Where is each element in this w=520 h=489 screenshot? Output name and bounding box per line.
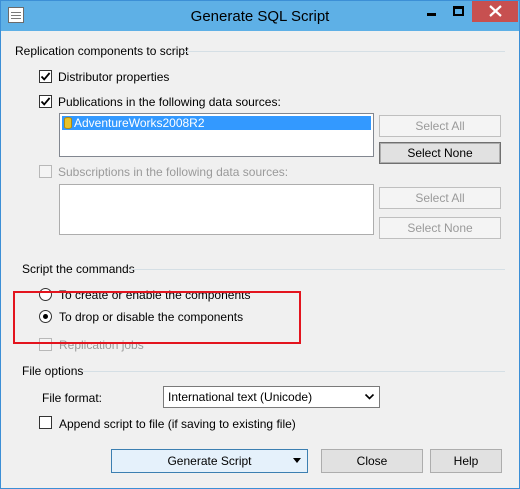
generate-script-button[interactable]: Generate Script [111, 449, 308, 473]
checkmark-icon [40, 72, 51, 81]
file-options-section-label: File options [22, 364, 84, 378]
publications-data-sources-list[interactable]: AdventureWorks2008R2 [59, 113, 374, 157]
subscriptions-label: Subscriptions in the following data sour… [58, 165, 289, 179]
replication-jobs-checkbox[interactable] [39, 338, 52, 351]
script-commands-section-divider [130, 269, 505, 270]
publications-select-none-button[interactable]: Select None [379, 142, 501, 164]
minimize-button[interactable] [418, 1, 445, 22]
maximize-icon [453, 6, 464, 16]
script-commands-section-label: Script the commands [22, 262, 135, 276]
chevron-down-icon [364, 393, 375, 400]
replication-section-label: Replication components to script [15, 44, 189, 58]
database-icon [64, 117, 72, 129]
close-icon [489, 5, 502, 17]
append-script-label: Append script to file (if saving to exis… [59, 417, 296, 431]
close-window-button[interactable] [472, 1, 518, 22]
list-item[interactable]: AdventureWorks2008R2 [62, 116, 371, 130]
maximize-button[interactable] [445, 1, 472, 22]
append-script-checkbox[interactable] [39, 416, 52, 429]
generate-sql-script-dialog: Generate SQL Script Replication componen… [0, 0, 520, 489]
subscriptions-select-all-button[interactable]: Select All [379, 187, 501, 209]
generate-script-label: Generate Script [167, 454, 252, 468]
distributor-properties-checkbox[interactable] [39, 70, 52, 83]
replication-section-divider [184, 51, 505, 52]
file-options-section-divider [83, 371, 505, 372]
file-format-dropdown[interactable]: International text (Unicode) [163, 386, 380, 408]
close-button[interactable]: Close [321, 449, 423, 473]
data-source-name: AdventureWorks2008R2 [74, 116, 205, 130]
title-bar[interactable]: Generate SQL Script [1, 1, 519, 31]
minimize-icon [427, 13, 436, 16]
publications-select-all-button[interactable]: Select All [379, 115, 501, 137]
subscriptions-checkbox[interactable] [39, 165, 52, 178]
checkmark-icon [40, 97, 51, 106]
publications-checkbox[interactable] [39, 95, 52, 108]
publications-label: Publications in the following data sourc… [58, 95, 281, 109]
replication-jobs-label: Replication jobs [59, 338, 144, 352]
help-button[interactable]: Help [430, 449, 502, 473]
drop-components-radio[interactable] [39, 310, 52, 323]
create-components-radio[interactable] [39, 288, 52, 301]
subscriptions-data-sources-list[interactable] [59, 184, 374, 235]
dialog-content: Replication components to script Distrib… [8, 31, 513, 482]
file-format-label: File format: [42, 391, 103, 405]
drop-components-label: To drop or disable the components [59, 310, 244, 324]
create-components-label: To create or enable the components [59, 288, 251, 302]
distributor-properties-label: Distributor properties [58, 70, 170, 84]
file-format-value: International text (Unicode) [168, 390, 313, 404]
dropdown-arrow-icon[interactable] [293, 458, 301, 463]
subscriptions-select-none-button[interactable]: Select None [379, 217, 501, 239]
